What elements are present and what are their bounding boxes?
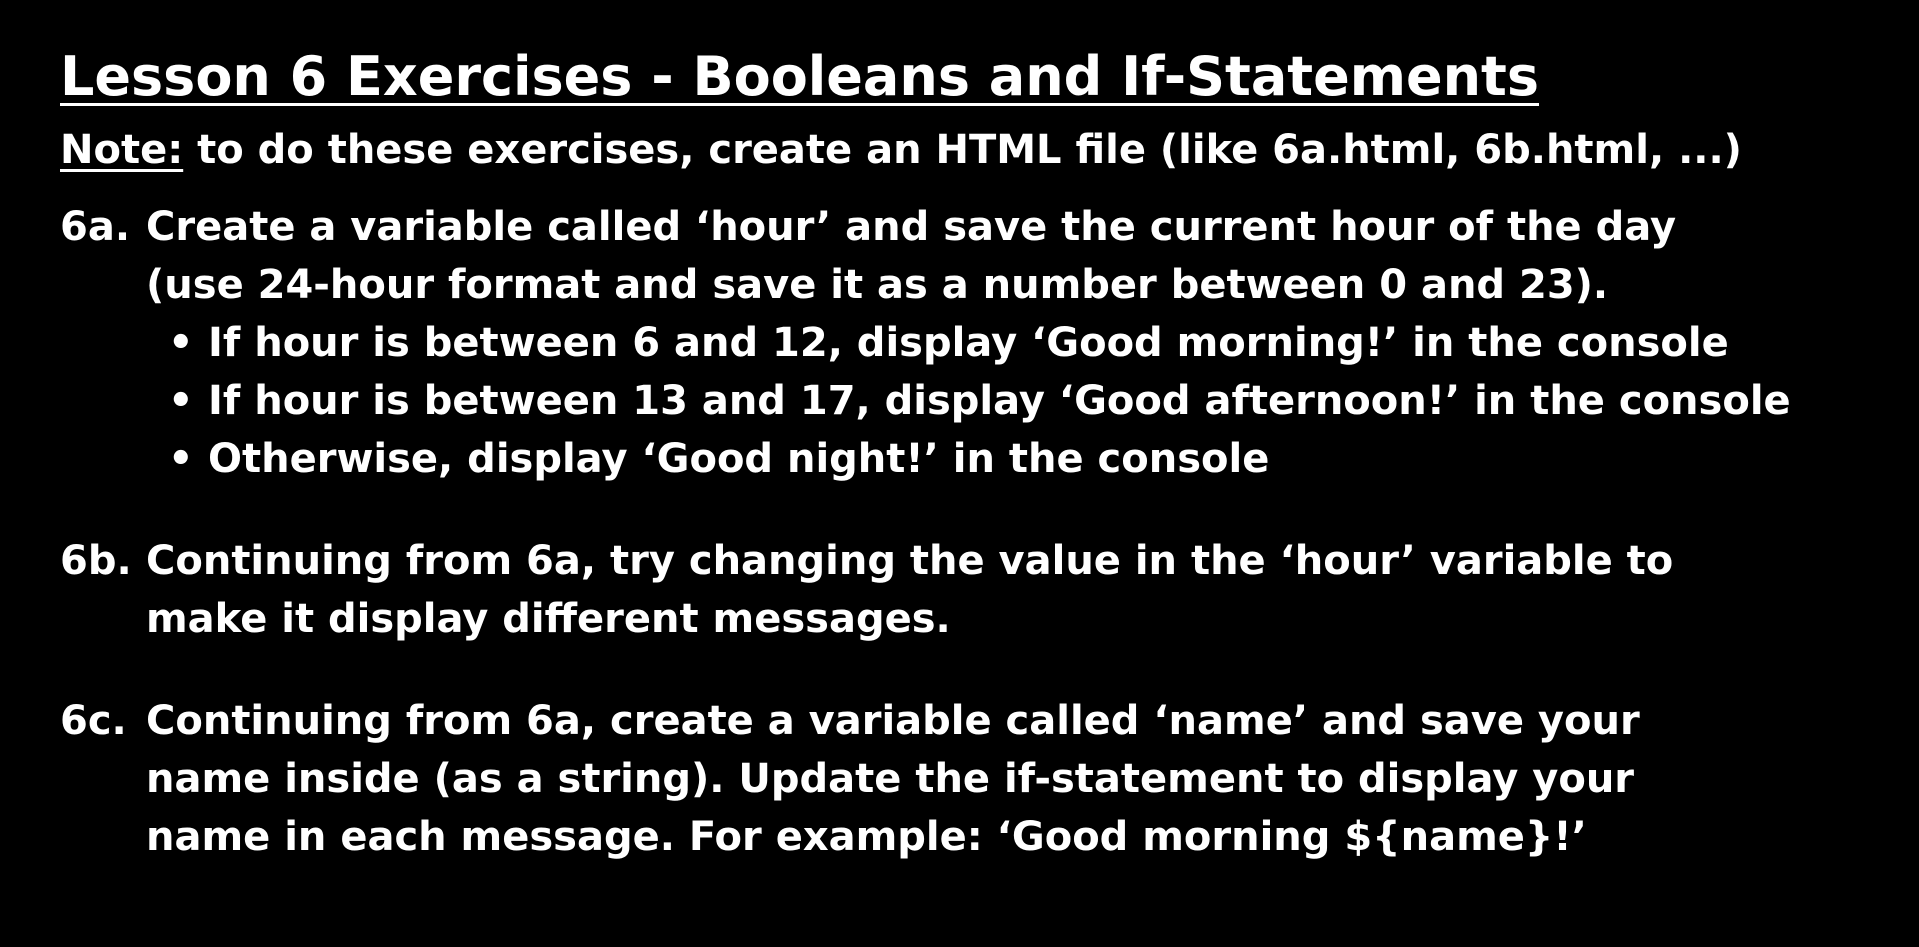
exercise-line: name in each message. For example: ‘Good… (146, 814, 1587, 860)
bullet-text: If hour is between 6 and 12, display ‘Go… (208, 320, 1729, 366)
exercise-6a: 6a. Create a variable called ‘hour’ and … (60, 198, 1910, 488)
bullet-list: • If hour is between 6 and 12, display ‘… (146, 314, 1910, 488)
note-text: to do these exercises, create an HTML fi… (183, 127, 1742, 173)
exercise-line: name inside (as a string). Update the if… (146, 756, 1635, 802)
exercise-6b: 6b. Continuing from 6a, try changing the… (60, 532, 1910, 648)
exercise-6c: 6c. Continuing from 6a, create a variabl… (60, 692, 1910, 866)
bullet-text: Otherwise, display ‘Good night!’ in the … (208, 436, 1270, 482)
exercise-line: (use 24-hour format and save it as a num… (146, 262, 1609, 308)
exercise-number: 6a. (60, 204, 131, 250)
exercise-number: 6b. (60, 538, 132, 584)
list-item: • If hour is between 13 and 17, display … (168, 372, 1910, 430)
exercise-line: Continuing from 6a, create a variable ca… (146, 698, 1640, 744)
bullet-text: If hour is between 13 and 17, display ‘G… (208, 378, 1791, 424)
bullet-icon: • (168, 320, 194, 366)
exercise-line: make it display different messages. (146, 596, 951, 642)
page-title: Lesson 6 Exercises - Booleans and If-Sta… (60, 45, 1540, 108)
slide: Lesson 6 Exercises - Booleans and If-Sta… (60, 42, 1910, 866)
bullet-icon: • (168, 436, 194, 482)
exercise-line: Create a variable called ‘hour’ and save… (146, 204, 1677, 250)
bullet-icon: • (168, 378, 194, 424)
list-item: • If hour is between 6 and 12, display ‘… (168, 314, 1910, 372)
note: Note: to do these exercises, create an H… (60, 122, 1910, 178)
list-item: • Otherwise, display ‘Good night!’ in th… (168, 430, 1910, 488)
note-label: Note: (60, 127, 184, 173)
exercise-number: 6c. (60, 698, 127, 744)
exercise-line: Continuing from 6a, try changing the val… (146, 538, 1674, 584)
